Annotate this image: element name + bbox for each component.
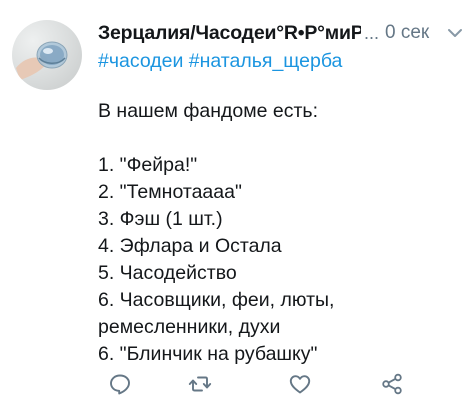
hashtags: #часодеи #наталья_щерба: [98, 48, 342, 74]
text-line: ремесленники, духи: [98, 316, 281, 338]
tweet-card: Зерцалия/Часодеи°R•P°миР ... 0 сек #часо…: [0, 0, 474, 405]
retweet-icon[interactable]: [188, 372, 212, 396]
text-line: 2. "Темнотаааа": [98, 181, 242, 203]
tweet-text: В нашем фандоме есть: 1. "Фейра!" 2. "Те…: [98, 98, 468, 368]
author-truncation: ...: [364, 23, 380, 43]
text-line: 4. Эфлара и Остала: [98, 235, 282, 257]
text-line: 5. Часодейство: [98, 262, 237, 284]
share-icon[interactable]: [380, 372, 404, 396]
author-name[interactable]: Зерцалия/Часодеи°R•P°миР: [98, 20, 361, 46]
heart-icon[interactable]: [288, 372, 312, 396]
text-line: 6. Часовщики, феи, люты,: [98, 289, 335, 311]
text-line: 1. "Фейра!": [98, 154, 198, 176]
action-bar: [98, 372, 418, 396]
reply-icon[interactable]: [108, 372, 132, 396]
hashtag-link[interactable]: #часодеи: [98, 50, 183, 72]
text-line: В нашем фандоме есть:: [98, 100, 319, 122]
avatar[interactable]: [12, 20, 82, 90]
text-line: 3. Фэш (1 шт.): [98, 208, 223, 230]
avatar-image: [16, 41, 68, 80]
chevron-down-icon[interactable]: [446, 24, 464, 42]
text-line: 6. "Блинчик на рубашку": [98, 343, 318, 365]
tweet-header: Зерцалия/Часодеи°R•P°миР ... 0 сек: [98, 20, 466, 46]
timestamp[interactable]: 0 сек: [385, 20, 429, 46]
hashtag-link[interactable]: #наталья_щерба: [189, 50, 343, 72]
